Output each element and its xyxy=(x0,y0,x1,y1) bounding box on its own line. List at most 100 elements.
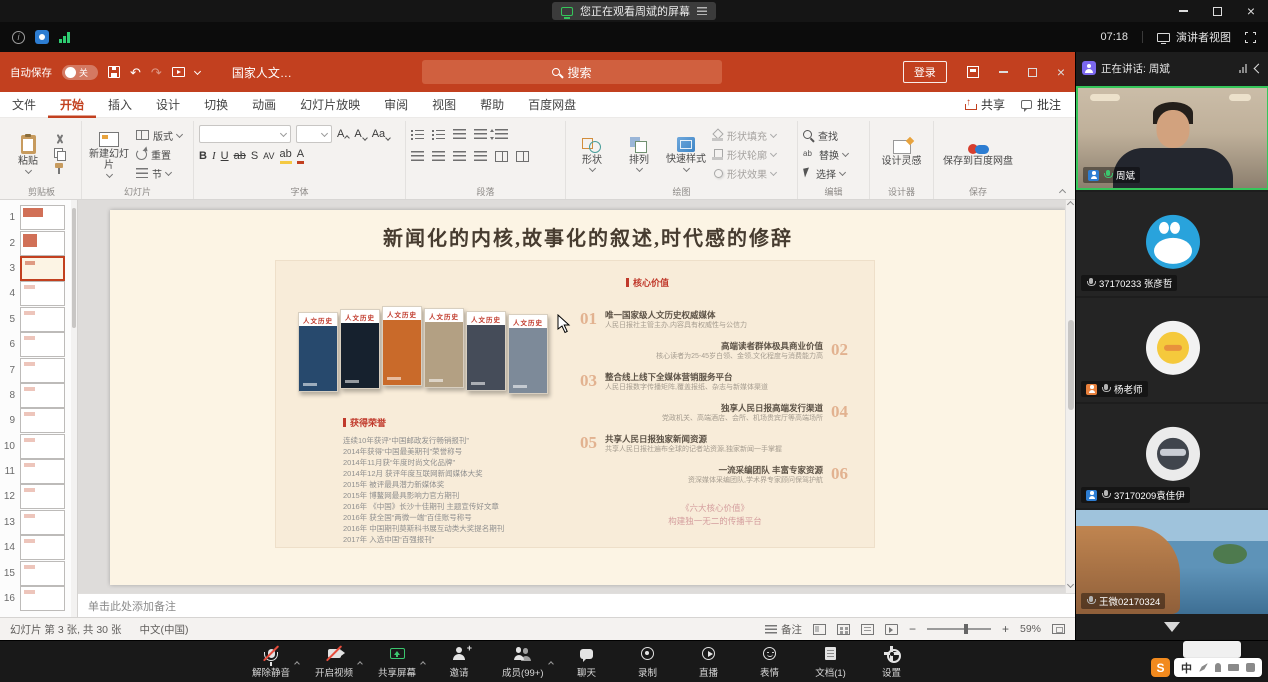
tab-home[interactable]: 开始 xyxy=(48,92,96,118)
increase-indent-icon[interactable] xyxy=(474,129,487,140)
change-case-button[interactable]: Aa xyxy=(372,129,390,140)
arrange-button[interactable]: 排列 xyxy=(618,137,660,172)
text-shadow-button[interactable]: S xyxy=(251,151,258,162)
language-indicator[interactable]: 中文(中国) xyxy=(139,622,188,637)
numbering-icon[interactable] xyxy=(432,129,445,140)
unmute-button[interactable]: 解除静音 xyxy=(252,645,290,679)
slide-thumbnail-16[interactable]: 16 xyxy=(0,586,77,611)
save-to-baidu-button[interactable]: 保存到百度网盘 xyxy=(943,140,1013,168)
slide-thumbnail-3-selected[interactable]: 3 xyxy=(0,256,77,281)
comments-button[interactable]: 批注 xyxy=(1021,96,1061,113)
strikethrough-button[interactable]: ab xyxy=(234,151,246,162)
zoom-out-button[interactable]: − xyxy=(909,622,916,636)
normal-view-icon[interactable] xyxy=(813,624,826,635)
chevron-down-icon[interactable] xyxy=(194,67,201,74)
zoom-slider-thumb[interactable] xyxy=(964,624,968,634)
decrease-indent-icon[interactable] xyxy=(453,129,466,140)
tab-review[interactable]: 审阅 xyxy=(372,92,420,118)
thumbnail-scrollbar[interactable] xyxy=(71,200,77,617)
format-painter-icon[interactable] xyxy=(54,163,64,174)
cut-icon[interactable] xyxy=(54,134,64,144)
window-minimize-button[interactable] xyxy=(1166,0,1200,22)
font-size-select[interactable] xyxy=(296,125,332,143)
ppt-close-button[interactable]: × xyxy=(1057,65,1065,79)
justify-icon[interactable] xyxy=(474,151,487,162)
underline-button[interactable]: U xyxy=(221,151,229,162)
align-right-icon[interactable] xyxy=(453,151,466,162)
columns-icon[interactable] xyxy=(495,151,508,162)
quick-styles-button[interactable]: 快速样式 xyxy=(665,137,707,171)
ribbon-display-options-icon[interactable] xyxy=(967,66,979,78)
login-button[interactable]: 登录 xyxy=(903,61,947,83)
network-stats-icon[interactable] xyxy=(59,32,70,43)
autosave-toggle[interactable]: 关 xyxy=(62,65,98,80)
record-button[interactable]: 录制 xyxy=(630,645,666,679)
tab-file[interactable]: 文件 xyxy=(0,92,48,118)
shape-effects-button[interactable]: 形状效果 xyxy=(712,166,776,181)
chevron-up-icon[interactable] xyxy=(549,653,553,671)
slide-thumbnail-13[interactable]: 13 xyxy=(0,510,77,535)
speaker-view-button[interactable]: 演讲者视图 xyxy=(1157,29,1231,45)
tab-help[interactable]: 帮助 xyxy=(468,92,516,118)
slide-thumbnail-8[interactable]: 8 xyxy=(0,383,77,408)
video-tile-wangwei[interactable]: 王微02170324 xyxy=(1076,510,1268,614)
reset-button[interactable]: 重置 xyxy=(136,147,182,162)
italic-button[interactable]: I xyxy=(212,151,216,162)
slide-thumbnail-10[interactable]: 10 xyxy=(0,434,77,459)
align-left-icon[interactable] xyxy=(411,151,424,162)
invite-button[interactable]: + 邀请 xyxy=(441,645,477,679)
zoom-percentage[interactable]: 59% xyxy=(1020,623,1041,635)
zoom-slider[interactable] xyxy=(927,628,991,630)
live-stream-button[interactable]: 直播 xyxy=(691,645,727,679)
tab-insert[interactable]: 插入 xyxy=(96,92,144,118)
save-icon[interactable] xyxy=(108,66,120,78)
tab-animations[interactable]: 动画 xyxy=(240,92,288,118)
chevron-up-icon[interactable] xyxy=(295,653,299,671)
ime-mode-indicator[interactable]: 中 xyxy=(1181,660,1192,676)
voice-input-icon[interactable] xyxy=(1215,663,1221,672)
tab-slideshow[interactable]: 幻灯片放映 xyxy=(288,92,372,118)
redo-icon[interactable]: ↷ xyxy=(151,66,162,79)
scroll-down-arrow-icon[interactable] xyxy=(1164,622,1180,632)
tab-view[interactable]: 视图 xyxy=(420,92,468,118)
slide-thumbnail-14[interactable]: 14 xyxy=(0,535,77,560)
share-button[interactable]: 共享 xyxy=(965,96,1005,113)
slide-thumbnail-2[interactable]: 2 xyxy=(0,230,77,255)
ribbon-collapse-icon[interactable] xyxy=(1059,189,1066,196)
docs-button[interactable]: 文档(1) xyxy=(813,645,849,679)
text-direction-icon[interactable] xyxy=(516,151,529,162)
collapse-panel-icon[interactable] xyxy=(1254,63,1264,73)
window-maximize-button[interactable] xyxy=(1200,0,1234,22)
slide-thumbnail-6[interactable]: 6 xyxy=(0,332,77,357)
settings-button[interactable]: 设置 xyxy=(874,645,910,679)
share-screen-button[interactable]: 共享屏幕 xyxy=(378,645,416,679)
fit-to-window-icon[interactable] xyxy=(1052,624,1065,634)
new-slide-button[interactable]: 新建幻灯片 xyxy=(87,132,131,177)
video-tile-yanglaoshi[interactable]: 杨老师 xyxy=(1076,298,1268,402)
tab-transitions[interactable]: 切换 xyxy=(192,92,240,118)
video-tile-yuanjiayi[interactable]: 37170209袁佳伊 xyxy=(1076,404,1268,508)
slide-thumbnail-1[interactable]: 1 xyxy=(0,205,77,230)
ppt-maximize-button[interactable] xyxy=(1028,68,1037,77)
undo-icon[interactable]: ↶ xyxy=(130,66,141,79)
slide-thumbnail-11[interactable]: 11 xyxy=(0,459,77,484)
reactions-button[interactable]: 表情 xyxy=(752,645,788,679)
chat-button[interactable]: 聊天 xyxy=(569,645,605,679)
sogou-logo[interactable]: S xyxy=(1151,658,1170,677)
design-ideas-button[interactable]: 设计灵感 xyxy=(876,140,928,168)
font-name-select[interactable] xyxy=(199,125,291,143)
video-tile-zhangyanzhe[interactable]: 37170233 张彦哲 xyxy=(1076,192,1268,296)
align-center-icon[interactable] xyxy=(432,151,445,162)
grow-font-button[interactable]: A xyxy=(337,129,349,140)
slide-editing-surface[interactable]: 新闻化的内核,故事化的叙述,时代感的修辞 核心价值 人文历史 人文历史 人文历史… xyxy=(110,210,1066,585)
slide-thumbnail-7[interactable]: 7 xyxy=(0,357,77,382)
paste-button[interactable]: 粘贴 xyxy=(7,135,49,173)
slide-thumbnail-5[interactable]: 5 xyxy=(0,307,77,332)
select-button[interactable]: 选择 xyxy=(803,166,864,181)
slide-thumbnail-4[interactable]: 4 xyxy=(0,281,77,306)
start-video-button[interactable]: 开启视频 xyxy=(315,645,353,679)
keyboard-icon[interactable] xyxy=(1228,664,1239,671)
info-icon[interactable] xyxy=(12,31,25,44)
ppt-minimize-button[interactable] xyxy=(999,71,1008,73)
font-color-button[interactable]: A xyxy=(297,149,304,164)
